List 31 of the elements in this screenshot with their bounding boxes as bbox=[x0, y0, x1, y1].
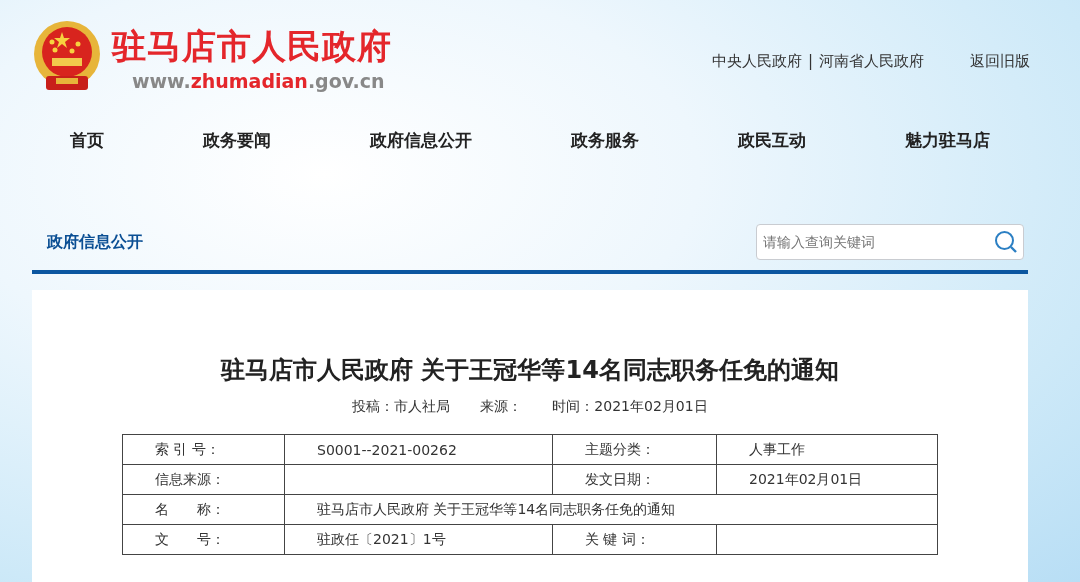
top-link[interactable]: 河南省人民政府 bbox=[819, 52, 924, 71]
meta-item: 时间：2021年02月01日 bbox=[552, 398, 708, 416]
nav-item[interactable]: 魅力驻马店 bbox=[905, 128, 991, 152]
nav-item[interactable]: 政府信息公开 bbox=[369, 128, 472, 152]
meta-item: 来源： bbox=[480, 398, 523, 416]
top-link[interactable]: 中央人民政府 bbox=[711, 52, 802, 71]
table-cell: 文 号： bbox=[122, 524, 285, 555]
nav-item[interactable]: 政民互动 bbox=[738, 128, 807, 152]
table-cell: 主题分类： bbox=[552, 434, 717, 465]
site-url: www.zhumadian.gov.cn bbox=[132, 70, 386, 92]
table-cell: 信息来源： bbox=[122, 464, 285, 495]
table-cell: 2021年02月01日 bbox=[716, 464, 938, 495]
section-title: 政府信息公开 bbox=[47, 231, 143, 253]
table-cell: 发文日期： bbox=[552, 464, 717, 495]
nav-item[interactable]: 首页 bbox=[69, 128, 104, 152]
meta-item: 投稿：市人社局 bbox=[352, 398, 451, 416]
old-version-link[interactable]: 返回旧版 bbox=[970, 52, 1030, 71]
site-name: 驻马店市人民政府 bbox=[112, 25, 392, 68]
search-icon[interactable] bbox=[994, 230, 1018, 254]
nav-item[interactable]: 政务服务 bbox=[571, 128, 640, 152]
table-cell: 关 键 词： bbox=[552, 524, 717, 555]
table-cell: 人事工作 bbox=[716, 434, 938, 465]
article-title: 驻马店市人民政府 关于王冠华等14名同志职务任免的通知 bbox=[219, 355, 840, 386]
search-field[interactable]: 请输入查询关键词 bbox=[756, 224, 1024, 260]
table-cell: S0001--2021-00262 bbox=[284, 434, 553, 465]
nav-item[interactable]: 政务要闻 bbox=[202, 128, 271, 152]
table-cell: 驻马店市人民政府 关于王冠华等14名同志职务任免的通知 bbox=[284, 494, 938, 525]
link-separator: | bbox=[807, 52, 813, 71]
table-cell: 名 称： bbox=[122, 494, 285, 525]
table-cell: 索 引 号： bbox=[122, 434, 285, 465]
table-cell: 驻政任〔2021〕1号 bbox=[284, 524, 553, 555]
